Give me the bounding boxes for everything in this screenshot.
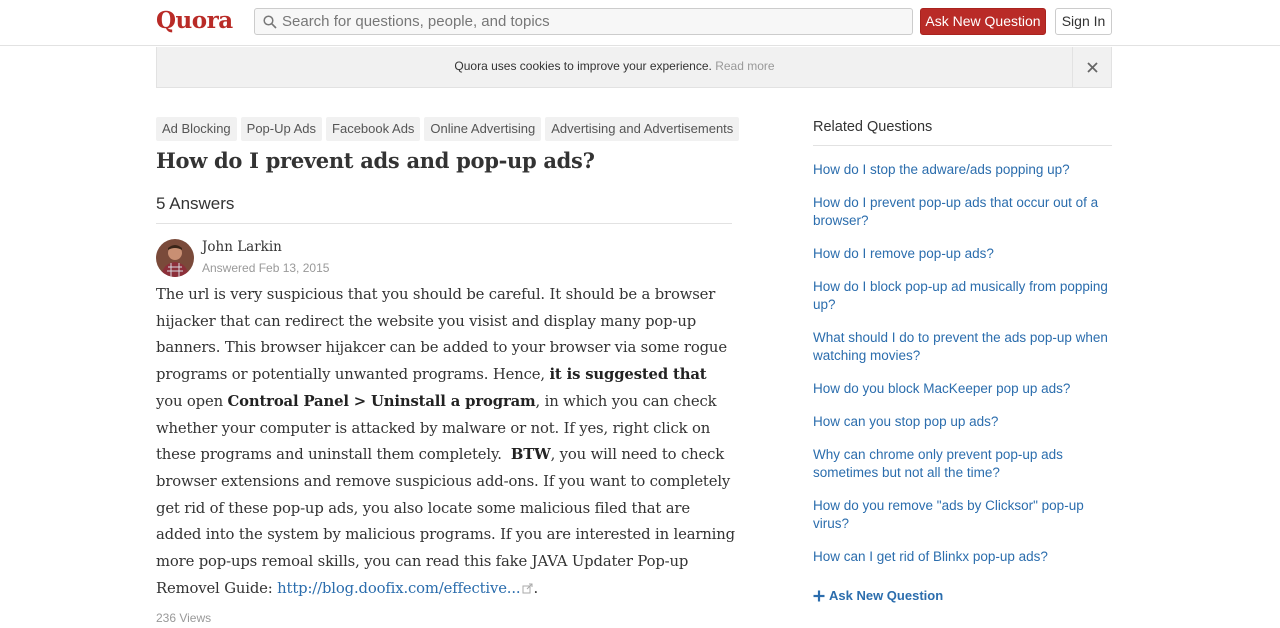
answer-text: , you will need to check browser extensi… [156, 446, 735, 597]
avatar-image [156, 239, 194, 277]
answer-link[interactable]: http://blog.doofix.com/effective... [277, 580, 520, 597]
cookie-message: Quora uses cookies to improve your exper… [157, 59, 1072, 73]
search-bar[interactable] [254, 8, 913, 35]
cookie-close-button[interactable] [1072, 47, 1112, 87]
answer-bold-text: BTW [510, 446, 551, 464]
ask-new-question-button[interactable]: Ask New Question [920, 8, 1046, 35]
avatar[interactable] [156, 239, 194, 277]
topic-tag[interactable]: Facebook Ads [326, 117, 421, 141]
related-questions-list: How do I stop the adware/ads popping up?… [813, 161, 1112, 581]
plus-icon [813, 590, 825, 601]
topic-tag[interactable]: Online Advertising [424, 117, 542, 141]
quora-logo[interactable]: Quora [156, 7, 233, 34]
related-question-link[interactable]: How can you stop pop up ads? [813, 413, 1112, 431]
related-question-link[interactable]: How do I remove pop-up ads? [813, 245, 1112, 263]
related-question-link[interactable]: How do I block pop-up ad musically from … [813, 278, 1112, 314]
search-input[interactable] [282, 13, 902, 30]
cookie-banner: Quora uses cookies to improve your exper… [156, 47, 1112, 88]
related-questions-title: Related Questions [813, 119, 933, 135]
sign-in-button[interactable]: Sign In [1055, 8, 1112, 35]
answer-body: The url is very suspicious that you shou… [156, 282, 736, 602]
answer-count: 5 Answers [156, 194, 235, 213]
sidebar-ask-question-link[interactable]: Ask New Question [813, 588, 943, 603]
external-link-icon [522, 583, 533, 594]
topic-tag[interactable]: Ad Blocking [156, 117, 237, 141]
search-icon [263, 14, 277, 29]
topic-tag[interactable]: Advertising and Advertisements [545, 117, 740, 141]
related-question-link[interactable]: What should I do to prevent the ads pop-… [813, 329, 1112, 365]
answer-bold-text: Controal Panel > Uninstall a program [227, 392, 536, 410]
related-question-link[interactable]: How do you block MacKeeper pop up ads? [813, 380, 1112, 398]
answered-date[interactable]: Answered Feb 13, 2015 [202, 261, 329, 275]
cookie-read-more-link[interactable]: Read more [715, 59, 774, 73]
question-title: How do I prevent ads and pop-up ads? [156, 148, 595, 173]
divider [813, 145, 1112, 146]
author-name[interactable]: John Larkin [202, 239, 282, 255]
sidebar-ask-label: Ask New Question [829, 588, 944, 603]
related-question-link[interactable]: How can I get rid of Blinkx pop-up ads? [813, 548, 1112, 566]
topic-tags: Ad Blocking Pop-Up Ads Facebook Ads Onli… [156, 117, 740, 141]
cookie-text: Quora uses cookies to improve your exper… [454, 59, 712, 73]
top-navbar: Quora Ask New Question Sign In [0, 0, 1280, 46]
close-icon [1087, 61, 1098, 73]
answer-text: you open [156, 392, 223, 410]
divider [156, 223, 732, 224]
view-count: 236 Views [156, 611, 212, 625]
answer-bold-text: it is suggested that [549, 366, 707, 384]
related-question-link[interactable]: How do you remove "ads by Clicksor" pop-… [813, 497, 1112, 533]
topic-tag[interactable]: Pop-Up Ads [240, 117, 323, 141]
answer-text: . [533, 579, 539, 597]
related-question-link[interactable]: Why can chrome only prevent pop-up ads s… [813, 446, 1112, 482]
related-question-link[interactable]: How do I stop the adware/ads popping up? [813, 161, 1112, 179]
related-question-link[interactable]: How do I prevent pop-up ads that occur o… [813, 194, 1112, 230]
